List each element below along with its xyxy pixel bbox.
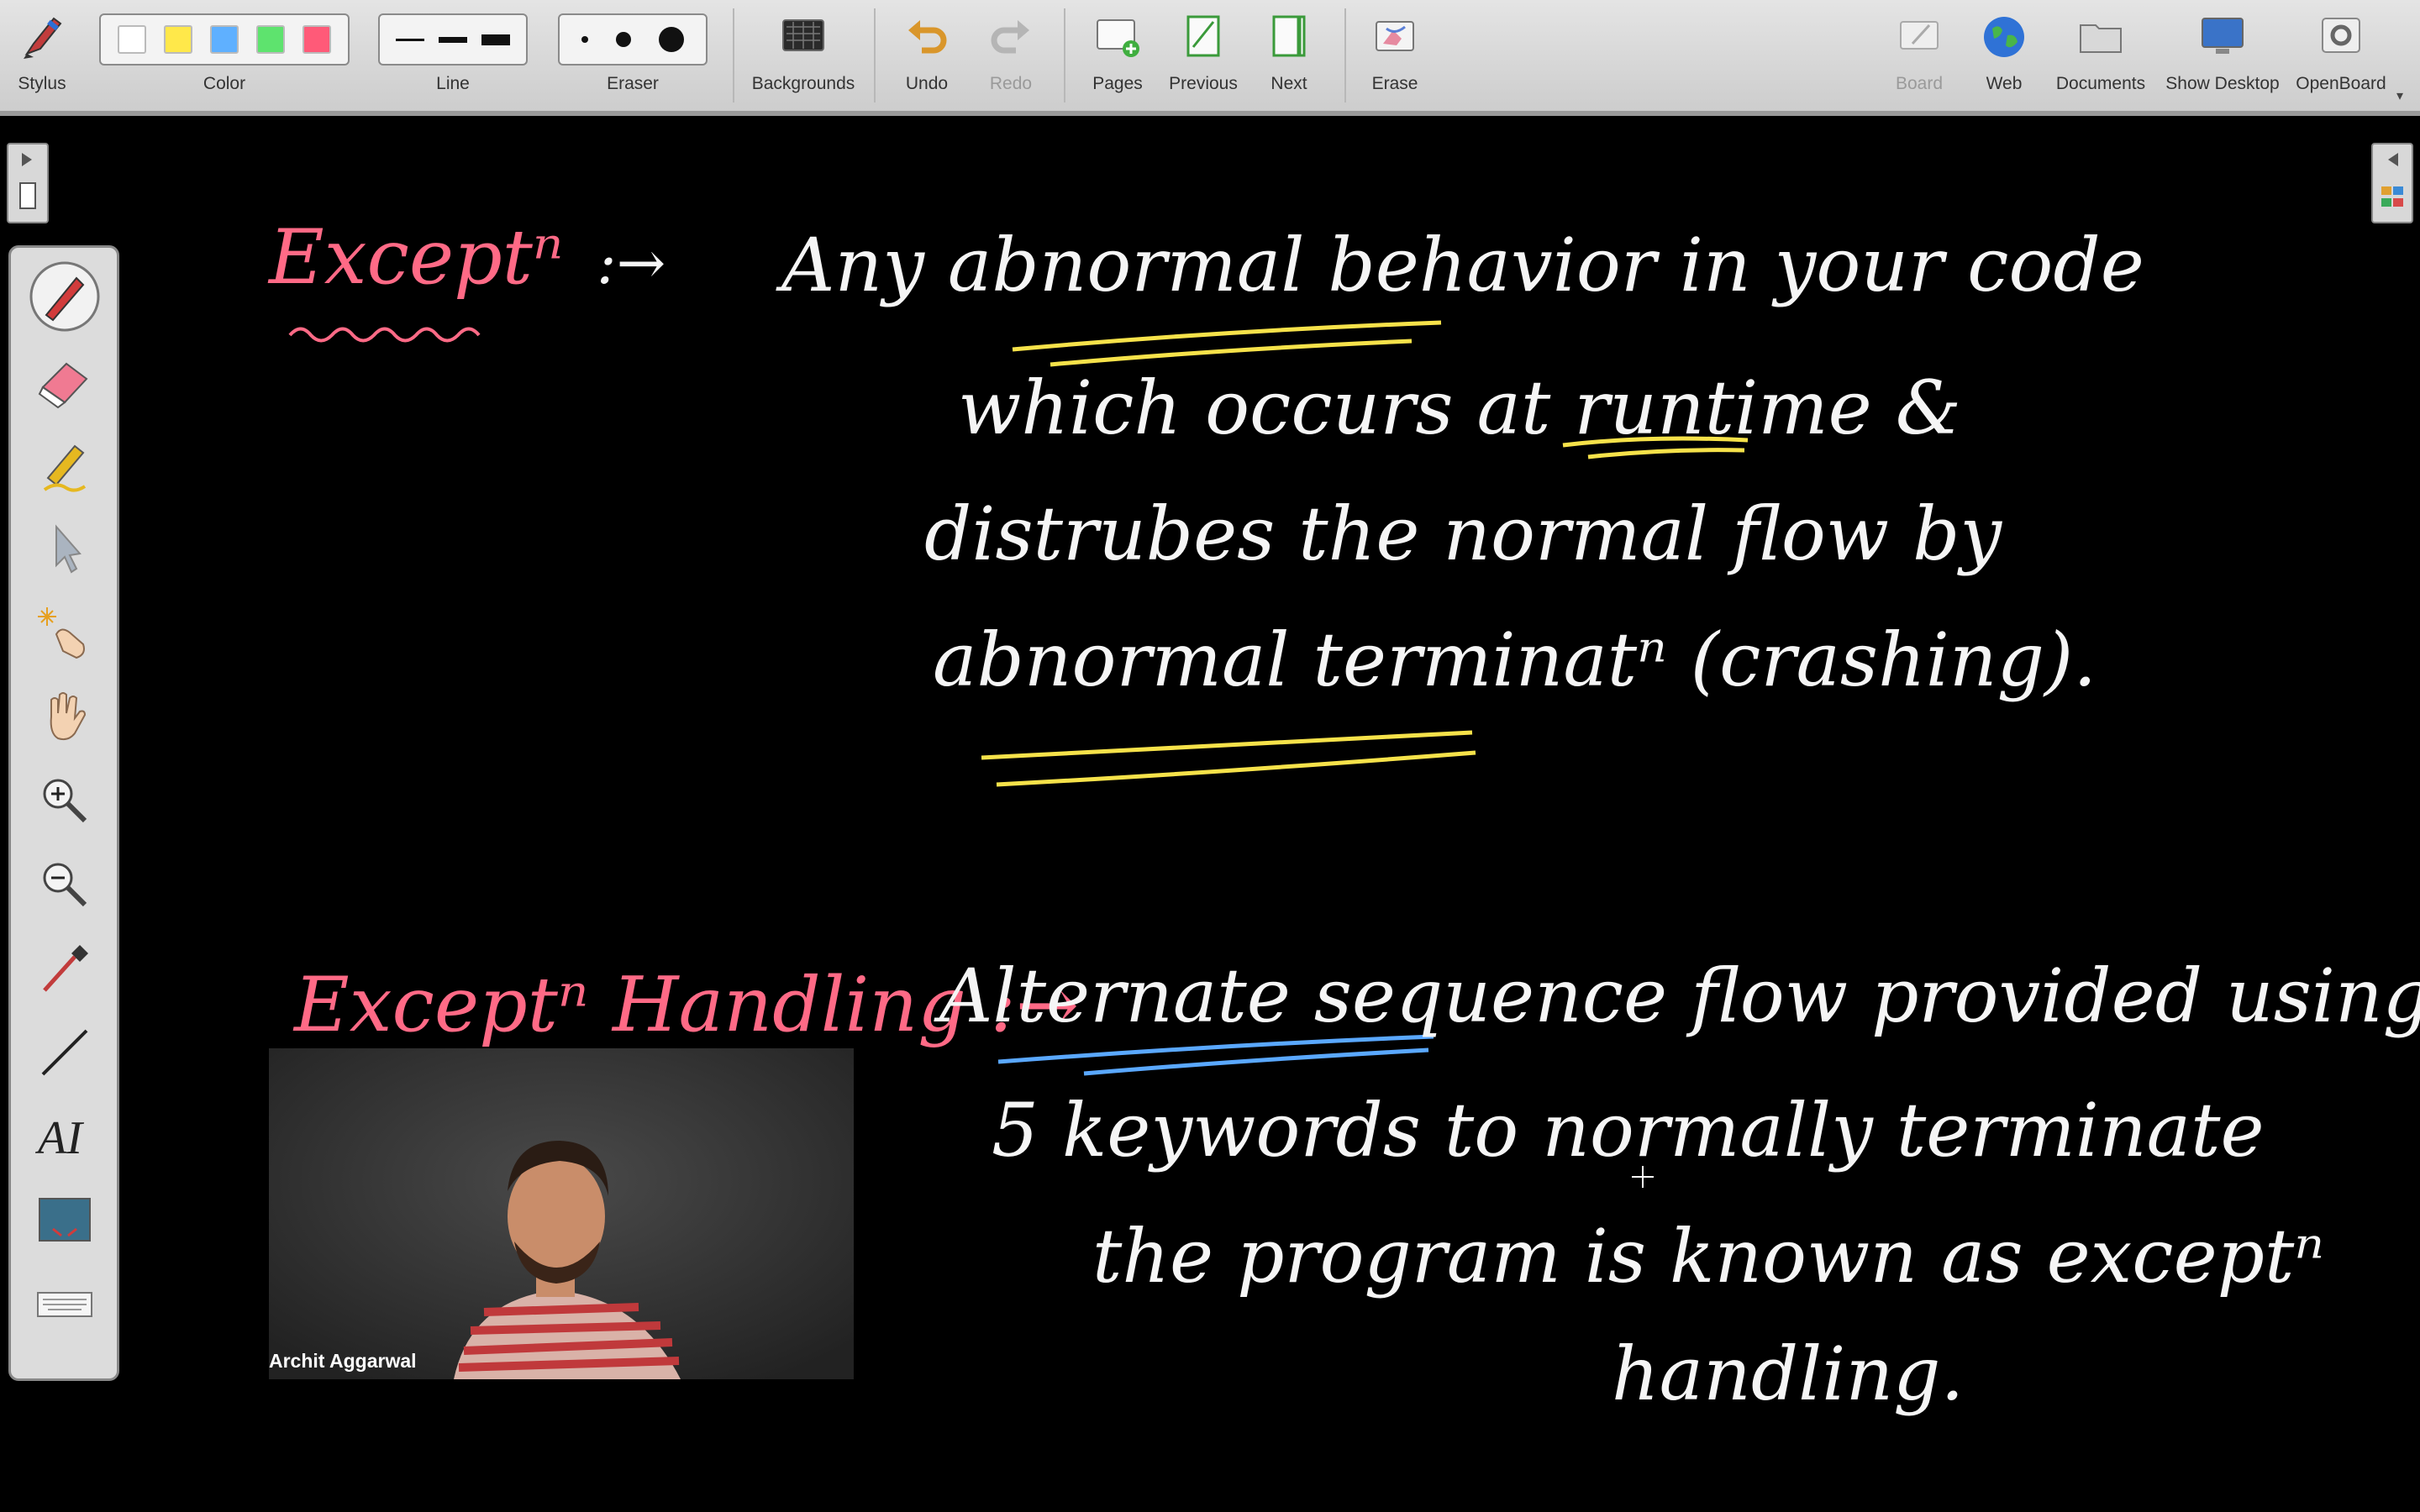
- highlight-underline: [1587, 448, 1745, 459]
- color-swatches: [99, 13, 350, 66]
- web-label: Web: [1986, 74, 2023, 93]
- color-swatch-white[interactable]: [118, 25, 147, 54]
- stylus-icon: [24, 17, 62, 59]
- eraser-sizes: [558, 13, 708, 66]
- erase-board-icon: [1376, 21, 1414, 51]
- color-swatch-yellow[interactable]: [164, 25, 193, 54]
- next-page-icon: [1272, 15, 1306, 57]
- highlight-underline: [981, 730, 1473, 760]
- line-label: Line: [436, 74, 470, 93]
- line-widths: [378, 13, 528, 66]
- eraser-group: Eraser: [558, 0, 708, 111]
- line-thin[interactable]: [395, 38, 424, 41]
- openboard-button[interactable]: OpenBoard: [2289, 0, 2393, 111]
- pages-label: Pages: [1092, 74, 1143, 93]
- toolbar-separator: [1344, 8, 1346, 102]
- redo-icon: [991, 20, 1029, 54]
- toolbar-separator: [1064, 8, 1065, 102]
- color-swatch-red[interactable]: [302, 25, 331, 54]
- show-desktop-label: Show Desktop: [2165, 74, 2280, 93]
- handling-line-4: handling.: [1612, 1331, 1965, 1417]
- toolbar-separator: [733, 8, 734, 102]
- line-thick[interactable]: [481, 34, 511, 45]
- color-group: Color: [99, 0, 350, 111]
- highlight-underline: [1562, 436, 1749, 448]
- color-label: Color: [203, 74, 246, 93]
- erase-label: Erase: [1371, 74, 1418, 93]
- eraser-label: Eraser: [607, 74, 659, 93]
- board-button[interactable]: Board: [1882, 0, 1956, 111]
- add-page-icon: [1097, 19, 1139, 57]
- highlight-underline: [1012, 320, 1442, 352]
- openboard-label: OpenBoard: [2296, 74, 2386, 93]
- highlight-underline: [996, 750, 1476, 787]
- main-toolbar: Stylus Color Line Eraser Backgrounds Und…: [0, 0, 2420, 116]
- handling-line-1: Alternate sequence flow provided using: [939, 953, 2420, 1039]
- line-group: Line: [378, 0, 528, 111]
- gear-icon: [2322, 18, 2360, 53]
- board-label: Board: [1895, 74, 1944, 93]
- show-desktop-button[interactable]: Show Desktop: [2160, 0, 2286, 111]
- handling-line-3: the program is known as exceptⁿ: [1092, 1213, 2325, 1299]
- desktop-icon: [2202, 18, 2244, 54]
- documents-button[interactable]: Documents: [2050, 0, 2151, 111]
- next-button[interactable]: Next: [1250, 0, 1328, 111]
- toolbar-separator: [874, 8, 876, 102]
- web-button[interactable]: Web: [1966, 0, 2042, 111]
- backgrounds-label: Backgrounds: [751, 74, 855, 93]
- backgrounds-button[interactable]: Backgrounds: [744, 0, 862, 111]
- presenter-video: Archit Aggarwal: [269, 1048, 854, 1379]
- undo-button[interactable]: Undo: [889, 0, 965, 111]
- backgrounds-icon: [782, 19, 824, 51]
- folder-icon: [2080, 24, 2122, 53]
- eraser-medium[interactable]: [615, 32, 631, 47]
- next-label: Next: [1270, 74, 1307, 93]
- redo-label: Redo: [989, 74, 1033, 93]
- globe-icon: [1984, 17, 2024, 57]
- cursor-crosshair-icon: [1632, 1166, 1654, 1188]
- undo-icon: [908, 20, 947, 54]
- color-swatch-green[interactable]: [255, 25, 285, 54]
- presenter-image: [269, 1048, 854, 1379]
- redo-button[interactable]: Redo: [973, 0, 1049, 111]
- line-medium[interactable]: [438, 36, 467, 43]
- pages-button[interactable]: Pages: [1079, 0, 1156, 111]
- stylus-label: Stylus: [18, 74, 66, 93]
- chevron-down-icon[interactable]: ▾: [2396, 87, 2403, 104]
- eraser-small[interactable]: [581, 36, 589, 43]
- previous-label: Previous: [1169, 74, 1238, 93]
- board-icon: [1900, 21, 1939, 50]
- undo-label: Undo: [905, 74, 949, 93]
- documents-label: Documents: [2055, 74, 2146, 93]
- highlight-underline: [1050, 339, 1413, 367]
- previous-button[interactable]: Previous: [1165, 0, 1242, 111]
- eraser-large[interactable]: [658, 27, 684, 52]
- stylus-button[interactable]: Stylus: [0, 0, 84, 111]
- erase-button[interactable]: Erase: [1356, 0, 1434, 111]
- color-swatch-blue[interactable]: [209, 25, 239, 54]
- presenter-name: Archit Aggarwal: [269, 1350, 417, 1372]
- previous-page-icon: [1186, 15, 1220, 57]
- handling-line-2: 5 keywords to normally terminate: [992, 1087, 2265, 1173]
